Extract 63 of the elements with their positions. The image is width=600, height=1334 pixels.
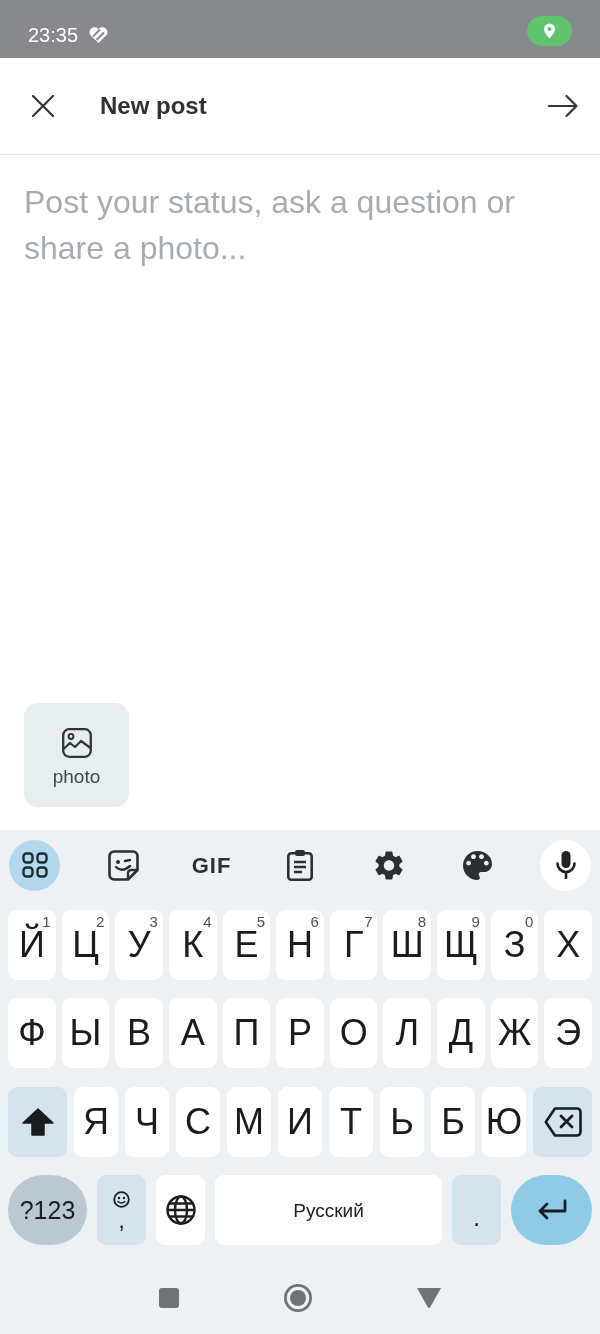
gif-button[interactable]: GIF: [186, 839, 237, 891]
period-key[interactable]: .: [452, 1175, 501, 1245]
key-hint: 5: [256, 914, 266, 929]
key-hint: 4: [203, 914, 212, 929]
status-time: 23:35: [28, 25, 79, 45]
microphone-icon: [555, 850, 576, 880]
shift-key[interactable]: [8, 1087, 67, 1157]
globe-icon: [165, 1195, 196, 1225]
key[interactable]: Ж: [490, 998, 539, 1068]
key[interactable]: Ю: [482, 1087, 526, 1157]
key-hint: 0: [525, 914, 534, 929]
key[interactable]: Ф: [8, 998, 56, 1068]
key[interactable]: Л: [383, 998, 432, 1068]
key[interactable]: М: [227, 1087, 271, 1157]
location-icon: [527, 16, 572, 46]
key-hint: 3: [149, 914, 158, 929]
key[interactable]: С: [176, 1087, 220, 1157]
key[interactable]: В: [115, 998, 163, 1068]
language-key[interactable]: [156, 1175, 205, 1245]
close-icon: [32, 95, 54, 117]
key-hint: 7: [364, 914, 373, 929]
sticker-icon: [107, 849, 139, 881]
key[interactable]: Ч: [125, 1087, 169, 1157]
key[interactable]: Я: [74, 1087, 118, 1157]
key[interactable]: Х: [544, 910, 593, 980]
backspace-key[interactable]: [533, 1087, 592, 1157]
key[interactable]: П: [222, 998, 271, 1068]
key[interactable]: Ы: [61, 998, 110, 1068]
key[interactable]: Э: [544, 998, 593, 1068]
key[interactable]: Ь: [380, 1087, 424, 1157]
comma-key[interactable]: ,: [97, 1175, 146, 1245]
clipboard-icon: [287, 849, 313, 881]
image-icon: [61, 728, 92, 758]
smiley-icon: [113, 1190, 130, 1208]
key-hint: 6: [310, 914, 319, 929]
apps-button[interactable]: [9, 839, 60, 891]
settings-icon: [374, 850, 403, 880]
key[interactable]: А: [168, 998, 217, 1068]
ring-icon[interactable]: [284, 1284, 312, 1312]
key[interactable]: О: [329, 998, 378, 1068]
key[interactable]: Б: [431, 1087, 475, 1157]
heart-icon: [89, 27, 109, 43]
shift-icon: [21, 1108, 54, 1136]
key-hint: 8: [417, 914, 427, 929]
symbols-key[interactable]: ?123: [8, 1175, 87, 1245]
voice-input-button[interactable]: [540, 839, 591, 891]
page-title: New post: [100, 94, 207, 118]
arrow-right-icon: [548, 95, 578, 117]
key[interactable]: И: [278, 1087, 322, 1157]
palette-icon: [462, 850, 492, 880]
enter-icon: [536, 1199, 567, 1221]
photo-button[interactable]: photo: [24, 703, 129, 807]
triangle-icon[interactable]: [417, 1288, 441, 1308]
key[interactable]: Р: [276, 998, 324, 1068]
post-text-field[interactable]: Post your status, ask a question or share a photo...: [0, 155, 600, 703]
key-hint: 2: [95, 914, 105, 929]
space-key[interactable]: Русский: [215, 1175, 442, 1245]
backspace-icon: [543, 1107, 582, 1137]
key[interactable]: Д: [437, 998, 485, 1068]
key[interactable]: Т: [329, 1087, 373, 1157]
grid-icon: [21, 852, 48, 878]
key-hint: 9: [471, 914, 480, 929]
key-hint: 1: [42, 914, 51, 929]
